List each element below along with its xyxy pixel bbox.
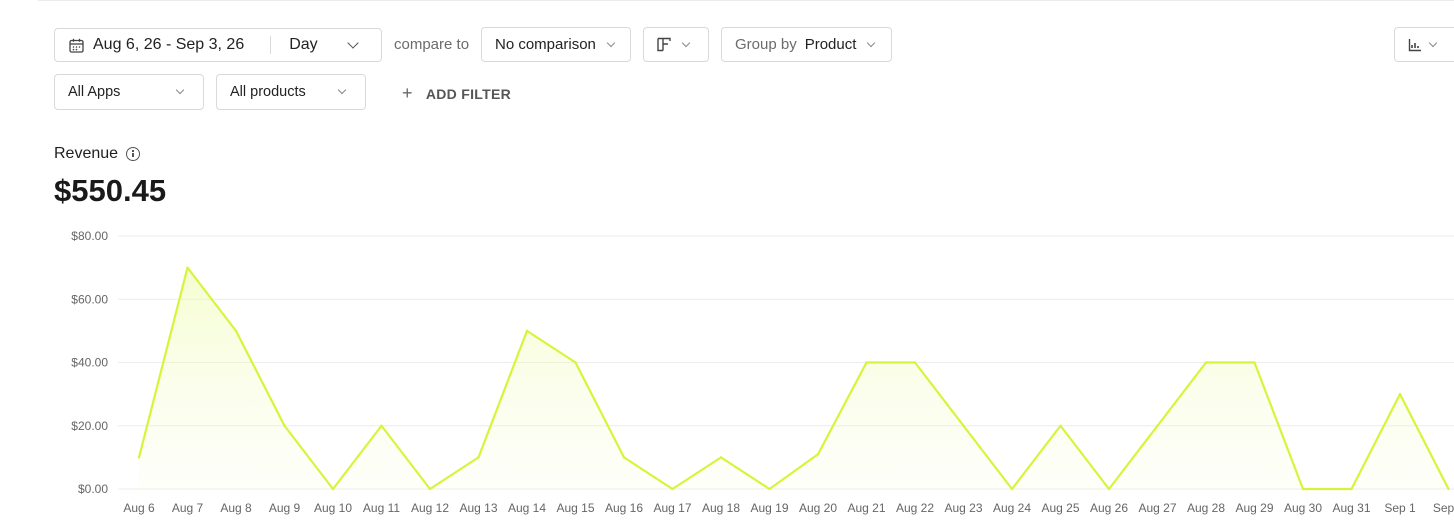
x-tick-label: Aug 15: [556, 501, 594, 515]
products-filter-select[interactable]: All products: [216, 74, 366, 110]
data-point[interactable]: [477, 456, 480, 459]
data-point[interactable]: [1301, 487, 1305, 491]
x-tick-label: Sep 2: [1433, 501, 1454, 515]
data-point[interactable]: [1253, 361, 1256, 364]
comparison-select[interactable]: No comparison: [481, 27, 631, 62]
chevron-down-icon: [606, 38, 616, 47]
data-point[interactable]: [331, 487, 335, 491]
top-divider: [38, 0, 1454, 1]
comparison-value: No comparison: [495, 36, 596, 53]
x-tick-label: Aug 13: [459, 501, 497, 515]
x-tick-label: Aug 21: [847, 501, 885, 515]
series-area: [139, 267, 1449, 489]
add-filter-label: ADD FILTER: [425, 85, 511, 102]
data-point[interactable]: [574, 361, 577, 364]
data-point[interactable]: [1447, 487, 1450, 491]
x-tick-label: Aug 11: [363, 501, 400, 515]
data-point[interactable]: [137, 456, 141, 459]
data-point[interactable]: [865, 361, 868, 364]
y-tick-label: $60.00: [71, 292, 108, 306]
group-by-label: Group by: [735, 36, 797, 53]
y-axis: $0.00 $20.00 $40.00 $60.00 $80.00: [71, 229, 108, 496]
apps-filter-select[interactable]: All Apps: [54, 74, 204, 110]
x-tick-label: Aug 31: [1332, 501, 1370, 515]
info-icon[interactable]: [126, 147, 141, 161]
data-point[interactable]: [962, 424, 965, 427]
x-tick-label: Aug 24: [993, 501, 1031, 515]
y-tick-label: $20.00: [71, 419, 108, 433]
chevron-down-icon: [337, 85, 347, 95]
data-point[interactable]: [1398, 392, 1402, 396]
chevron-down-icon: [867, 38, 876, 47]
x-tick-label: Aug 14: [508, 501, 546, 515]
products-filter-value: All products: [230, 84, 306, 100]
chevron-down-icon: [681, 38, 691, 47]
revenue-chart: $0.00 $20.00 $40.00 $60.00 $80.00 Aug 6 Aug 7…: [71, 229, 1454, 515]
data-point[interactable]: [283, 424, 286, 427]
data-point[interactable]: [1059, 424, 1062, 427]
data-point[interactable]: [913, 361, 917, 364]
chart-type-button[interactable]: [1394, 27, 1454, 62]
add-filter-button[interactable]: + ADD FILTER: [402, 83, 511, 104]
metric-title-text: Revenue: [54, 145, 119, 162]
x-tick-label: Aug 19: [750, 501, 788, 515]
x-tick-label: Aug 30: [1284, 501, 1322, 515]
data-point[interactable]: [1156, 424, 1159, 427]
x-tick-label: Aug 25: [1041, 501, 1079, 515]
granularity-select[interactable]: Day: [289, 36, 317, 54]
data-point[interactable]: [719, 456, 723, 459]
apps-filter-value: All Apps: [68, 84, 121, 100]
x-tick-label: Aug 20: [799, 501, 837, 515]
layout-icon: [657, 37, 671, 52]
x-axis: Aug 6 Aug 7 Aug 8 Aug 9 Aug 10 Aug 11 Aug 12 Au…: [123, 501, 1454, 515]
data-point[interactable]: [525, 329, 529, 333]
x-tick-label: Aug 7: [172, 501, 204, 515]
compare-to-label: compare to: [394, 36, 470, 53]
data-point[interactable]: [768, 487, 771, 491]
x-tick-label: Aug 12: [411, 501, 449, 515]
x-tick-label: Aug 29: [1235, 501, 1273, 515]
data-point[interactable]: [1107, 487, 1111, 491]
plus-icon: +: [402, 83, 413, 103]
calendar-icon: [69, 38, 84, 53]
x-tick-label: Aug 18: [702, 501, 740, 515]
data-point[interactable]: [428, 487, 432, 491]
metric-title: Revenue: [54, 145, 141, 163]
x-tick-label: Aug 26: [1090, 501, 1128, 515]
date-range-value: Aug 6, 26 - Sep 3, 26: [93, 36, 245, 53]
data-point[interactable]: [1204, 361, 1208, 364]
data-point[interactable]: [1350, 487, 1353, 491]
x-tick-label: Aug 27: [1138, 501, 1176, 515]
y-tick-label: $80.00: [71, 229, 108, 243]
group-by-select[interactable]: Group by Product: [721, 27, 892, 62]
x-tick-label: Aug 22: [896, 501, 934, 515]
x-tick-label: Aug 17: [653, 501, 691, 515]
view-options-button[interactable]: [643, 27, 709, 62]
metric-value: $550.45: [54, 173, 167, 208]
x-tick-label: Sep 1: [1384, 501, 1416, 515]
data-point[interactable]: [1010, 487, 1014, 491]
data-point[interactable]: [380, 424, 383, 427]
chevron-down-icon: [1428, 38, 1438, 47]
chart-type-icon: [1408, 38, 1421, 51]
data-point[interactable]: [622, 456, 626, 459]
data-point[interactable]: [671, 487, 674, 491]
x-tick-label: Aug 10: [314, 501, 352, 515]
data-point[interactable]: [234, 329, 238, 333]
x-tick-label: Aug 23: [944, 501, 982, 515]
x-tick-label: Aug 28: [1187, 501, 1225, 515]
data-point[interactable]: [816, 453, 820, 456]
y-tick-label: $0.00: [78, 482, 108, 496]
data-point[interactable]: [186, 266, 189, 269]
y-tick-label: $40.00: [71, 356, 108, 370]
chevron-down-icon: [175, 85, 185, 95]
group-by-value: Product: [804, 36, 857, 53]
date-range-picker[interactable]: Aug 6, 26 - Sep 3, 26 Day: [54, 28, 382, 62]
chevron-down-icon: [347, 37, 359, 49]
x-tick-label: Aug 8: [220, 501, 252, 515]
date-divider: [270, 36, 272, 54]
x-tick-label: Aug 16: [605, 501, 643, 515]
x-tick-label: Aug 9: [269, 501, 301, 515]
x-tick-label: Aug 6: [123, 501, 155, 515]
